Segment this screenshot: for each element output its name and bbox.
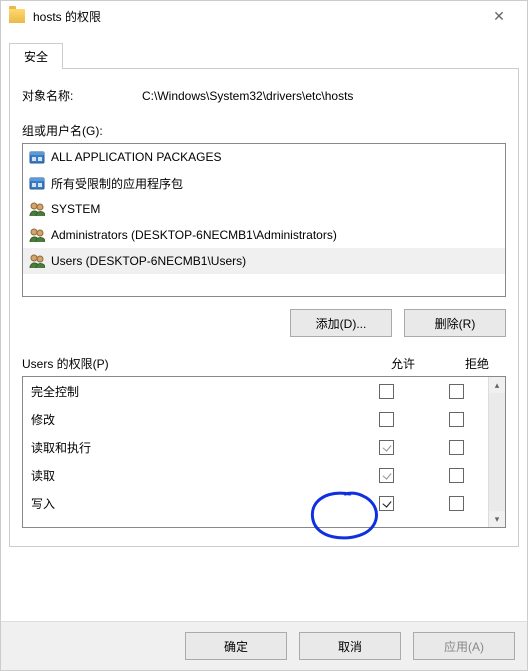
permissions-dialog: hosts 的权限 ✕ 安全 对象名称: C:\Windows\System32… [0, 0, 528, 671]
permission-name: 写入 [31, 495, 341, 512]
scroll-up-icon[interactable]: ▴ [489, 377, 505, 393]
package-icon [29, 149, 45, 165]
allow-checkbox[interactable] [379, 468, 394, 483]
close-button[interactable]: ✕ [479, 8, 519, 25]
users-icon [29, 227, 45, 243]
object-path: C:\Windows\System32\drivers\etc\hosts [142, 89, 506, 103]
allow-checkbox[interactable] [379, 412, 394, 427]
groups-label: 组或用户名(G): [22, 122, 506, 139]
ok-button[interactable]: 确定 [185, 632, 287, 660]
scrollbar[interactable]: ▴ ▾ [488, 377, 505, 527]
users-icon [29, 253, 45, 269]
package-icon [29, 175, 45, 191]
col-allow-label: 允许 [358, 355, 448, 372]
allow-checkbox[interactable] [379, 440, 394, 455]
deny-checkbox[interactable] [449, 384, 464, 399]
users-icon [29, 201, 45, 217]
scroll-down-icon[interactable]: ▾ [489, 511, 505, 527]
permissions-label: Users 的权限(P) [22, 355, 358, 372]
group-item[interactable]: SYSTEM [23, 196, 505, 222]
window-title: hosts 的权限 [33, 8, 479, 25]
group-item[interactable]: Users (DESKTOP-6NECMB1\Users) [23, 248, 505, 274]
permission-row: 写入 [23, 489, 489, 517]
allow-checkbox[interactable] [379, 384, 394, 399]
object-label: 对象名称: [22, 87, 142, 104]
permission-row: 读取和执行 [23, 433, 489, 461]
add-button[interactable]: 添加(D)... [290, 309, 392, 337]
permissions-header: Users 的权限(P) 允许 拒绝 [22, 355, 506, 372]
permissions-listbox: 完全控制修改读取和执行读取写入 ▴ ▾ [22, 376, 506, 528]
deny-checkbox[interactable] [449, 496, 464, 511]
dialog-footer: 确定 取消 应用(A) [1, 621, 527, 670]
permission-row: 完全控制 [23, 377, 489, 405]
object-row: 对象名称: C:\Windows\System32\drivers\etc\ho… [22, 87, 506, 104]
deny-checkbox[interactable] [449, 468, 464, 483]
tab-strip: 安全 [1, 43, 527, 69]
deny-checkbox[interactable] [449, 440, 464, 455]
group-item[interactable]: ALL APPLICATION PACKAGES [23, 144, 505, 170]
group-item[interactable]: 所有受限制的应用程序包 [23, 170, 505, 196]
group-item-label: Users (DESKTOP-6NECMB1\Users) [51, 254, 246, 268]
group-item-label: Administrators (DESKTOP-6NECMB1\Administ… [51, 228, 337, 242]
group-item-label: ALL APPLICATION PACKAGES [51, 150, 222, 164]
permission-name: 读取 [31, 467, 341, 484]
permission-name: 读取和执行 [31, 439, 341, 456]
title-bar: hosts 的权限 ✕ [1, 1, 527, 31]
group-item[interactable]: Administrators (DESKTOP-6NECMB1\Administ… [23, 222, 505, 248]
groups-listbox[interactable]: ALL APPLICATION PACKAGES 所有受限制的应用程序包 SYSTE… [22, 143, 506, 297]
permission-name: 修改 [31, 411, 341, 428]
deny-checkbox[interactable] [449, 412, 464, 427]
cancel-button[interactable]: 取消 [299, 632, 401, 660]
permission-name: 完全控制 [31, 383, 341, 400]
col-deny-label: 拒绝 [448, 355, 506, 372]
group-buttons-row: 添加(D)... 删除(R) [22, 309, 506, 337]
permission-row: 修改 [23, 405, 489, 433]
apply-button[interactable]: 应用(A) [413, 632, 515, 660]
allow-checkbox[interactable] [379, 496, 394, 511]
security-panel: 对象名称: C:\Windows\System32\drivers\etc\ho… [9, 69, 519, 547]
folder-icon [9, 9, 25, 23]
group-item-label: SYSTEM [51, 202, 100, 216]
permission-row: 读取 [23, 461, 489, 489]
tab-security[interactable]: 安全 [9, 43, 63, 69]
remove-button[interactable]: 删除(R) [404, 309, 506, 337]
group-item-label: 所有受限制的应用程序包 [51, 175, 183, 192]
